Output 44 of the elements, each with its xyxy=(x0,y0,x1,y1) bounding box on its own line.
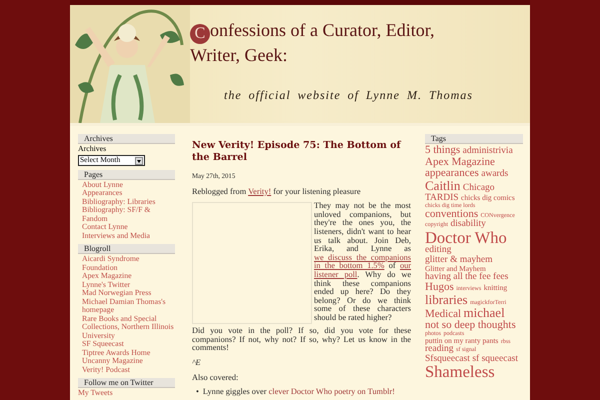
text-link[interactable]: listener poll xyxy=(314,270,358,279)
tag-link[interactable]: appearances xyxy=(425,168,479,178)
tag-link[interactable]: Hugos xyxy=(425,282,454,293)
tag-link[interactable]: Chicago xyxy=(462,184,495,194)
tag-link[interactable]: having all the fee fees xyxy=(425,272,508,282)
tag-link[interactable]: editing xyxy=(425,246,452,256)
tag-link[interactable]: sf squeecast xyxy=(472,354,518,364)
tag-link[interactable]: libraries xyxy=(425,293,468,306)
tag-link[interactable]: administrivia xyxy=(462,147,513,156)
tag-link[interactable]: not so deep thoughts xyxy=(425,320,516,331)
widget-heading: Tags xyxy=(425,134,523,144)
tag-link[interactable]: conventions xyxy=(425,209,478,220)
widget-heading: Pages xyxy=(78,170,175,180)
bullet-marker: • xyxy=(196,387,199,396)
tag-link[interactable]: Caitlin xyxy=(425,179,460,192)
post-title[interactable]: New Verity! Episode 75: The Bottom of the Barrel xyxy=(192,140,411,164)
text-link[interactable]: clever Doctor Who poetry on Tumblr! xyxy=(268,387,395,396)
widget-heading: Archives xyxy=(78,134,175,144)
tag-link[interactable]: Apex Magazine xyxy=(425,156,495,168)
tag-link[interactable]: Sfsqueecast xyxy=(425,354,470,364)
tag-link[interactable]: TARDIS xyxy=(425,194,459,203)
list-item: Lynne giggles over clever Doctor Who poetry on Tumblr! xyxy=(202,387,395,396)
site-tagline: the official website of Lynne M. Thomas xyxy=(224,88,473,103)
tag-link[interactable]: awards xyxy=(481,170,508,179)
tag-link[interactable]: Shameless xyxy=(425,364,495,380)
signature: ^E xyxy=(192,358,202,368)
tag-link[interactable]: Doctor Who xyxy=(425,230,507,246)
widget-heading: Follow me on Twitter xyxy=(78,378,175,388)
tag-link[interactable]: reading xyxy=(425,345,454,354)
widget-heading: Blogroll xyxy=(78,244,175,254)
tag-link[interactable]: glitter & mayhem xyxy=(425,256,493,265)
post-paragraph: Also covered: xyxy=(192,374,240,382)
tag-link[interactable]: disability xyxy=(450,220,486,230)
post-paragraph: They may not be the most unloved companions, but they're the ones you, the listeners, didn't want to hear us talk about. Join Deb, Erika, and Lynne as we discuss the companions in the bottom 1.5% of our listener poll. Why do we think these companions ended up here? Do they belong? Or do we think some of these characters should be rated higher? xyxy=(314,202,411,322)
site-title: C onfessions of a Curator, Editor, Writer, Geek: xyxy=(190,19,436,66)
post-paragraph: Did you vote in the poll? If so, did you vote for these companions? If not, why not? If so, why? Let us know in the comments! xyxy=(192,327,411,353)
post-paragraph: Reblogged from Verity! for your listening pleasure xyxy=(192,188,362,196)
text-link[interactable]: Verity! xyxy=(248,186,272,196)
text-link[interactable]: we discuss the companions xyxy=(314,252,411,262)
text-link[interactable]: in the bottom 1.5% xyxy=(314,261,384,270)
tag-link[interactable]: michael xyxy=(464,306,505,319)
text-link[interactable]: our xyxy=(400,261,412,270)
tag-link[interactable]: 5 things xyxy=(425,145,460,156)
tag-link[interactable]: Medical xyxy=(425,309,462,320)
